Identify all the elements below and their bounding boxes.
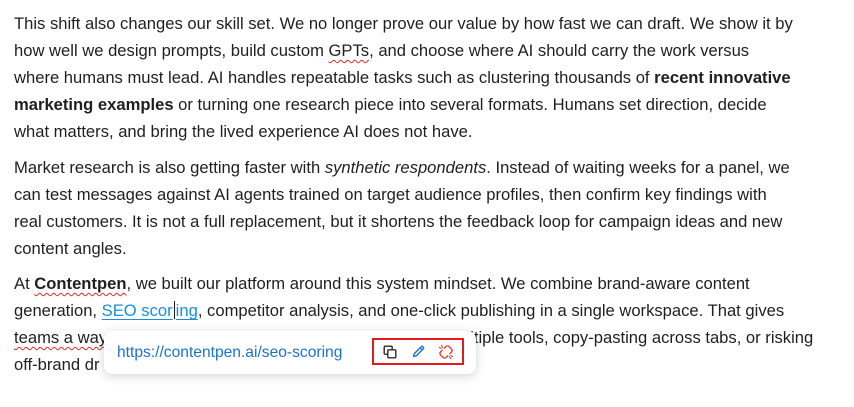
text-line: real customers. It is not a full replace…: [14, 208, 790, 235]
text-run: , competitor analysis, and one-click pub…: [197, 301, 785, 320]
text-run: or turning one research piece into sever…: [173, 95, 767, 114]
link-text: ing: [175, 301, 198, 320]
text-run: content angles.: [14, 239, 127, 258]
misspelled-word[interactable]: teams a way: [14, 328, 107, 347]
bold-text: recent innovative: [654, 68, 791, 87]
text-cursor: [173, 301, 175, 319]
edit-link-button[interactable]: [407, 341, 429, 363]
pencil-icon: [411, 344, 426, 359]
text-line: where humans must lead. AI handles repea…: [14, 64, 793, 91]
text-run: Market research is also getting faster w…: [14, 158, 325, 177]
bold-text: marketing examples: [14, 95, 174, 114]
brand-name-misspelled[interactable]: Contentpen: [34, 274, 126, 293]
paragraph-market-research: Market research is also getting faster w…: [14, 154, 790, 262]
link-actions-highlight: [372, 338, 464, 365]
text-run: what matters, and bring the lived experi…: [14, 122, 473, 141]
paragraph-skill-set: This shift also changes our skill set. W…: [14, 10, 793, 145]
text-run: how well we design prompts, build custom: [14, 41, 329, 60]
text-run: where humans must lead. AI handles repea…: [14, 68, 655, 87]
misspelled-word[interactable]: GPTs: [329, 41, 370, 60]
copy-link-button[interactable]: [379, 341, 401, 363]
text-run: This shift also changes our skill set. W…: [14, 14, 793, 33]
text-line: This shift also changes our skill set. W…: [14, 10, 793, 37]
text-line: marketing examples or turning one resear…: [14, 91, 793, 118]
text-run: off-brand dr: [14, 355, 100, 374]
text-line: Market research is also getting faster w…: [14, 154, 790, 181]
text-run: real customers. It is not a full replace…: [14, 212, 783, 231]
text-run: ltiple tools, copy-pasting across tabs, …: [470, 328, 814, 347]
text-line: content angles.: [14, 235, 790, 262]
text-line: At Contentpen, we built our platform aro…: [14, 270, 813, 297]
text-line: can test messages against AI agents trai…: [14, 181, 790, 208]
text-line: how well we design prompts, build custom…: [14, 37, 793, 64]
italic-text: synthetic respondents: [324, 158, 487, 177]
text-run: can test messages against AI agents trai…: [14, 185, 767, 204]
unlink-icon: [438, 344, 454, 360]
unlink-button[interactable]: [435, 341, 457, 363]
text-run: At: [14, 274, 35, 293]
text-run: , we built our platform around this syst…: [126, 274, 750, 293]
text-line: what matters, and bring the lived experi…: [14, 118, 793, 145]
text-run: . Instead of waiting weeks for a panel, …: [486, 158, 790, 177]
link-text: SEO scor: [101, 301, 173, 320]
text-run: , and choose where AI should carry the w…: [369, 41, 750, 60]
text-run: generation,: [14, 301, 102, 320]
seo-scoring-link[interactable]: SEO scor ing: [102, 301, 198, 320]
link-url[interactable]: https://contentpen.ai/seo-scoring: [117, 344, 342, 362]
copy-icon: [383, 345, 397, 359]
link-popup: https://contentpen.ai/seo-scoring: [104, 331, 476, 374]
text-line: generation, SEO scor ing, competitor anal…: [14, 297, 813, 324]
